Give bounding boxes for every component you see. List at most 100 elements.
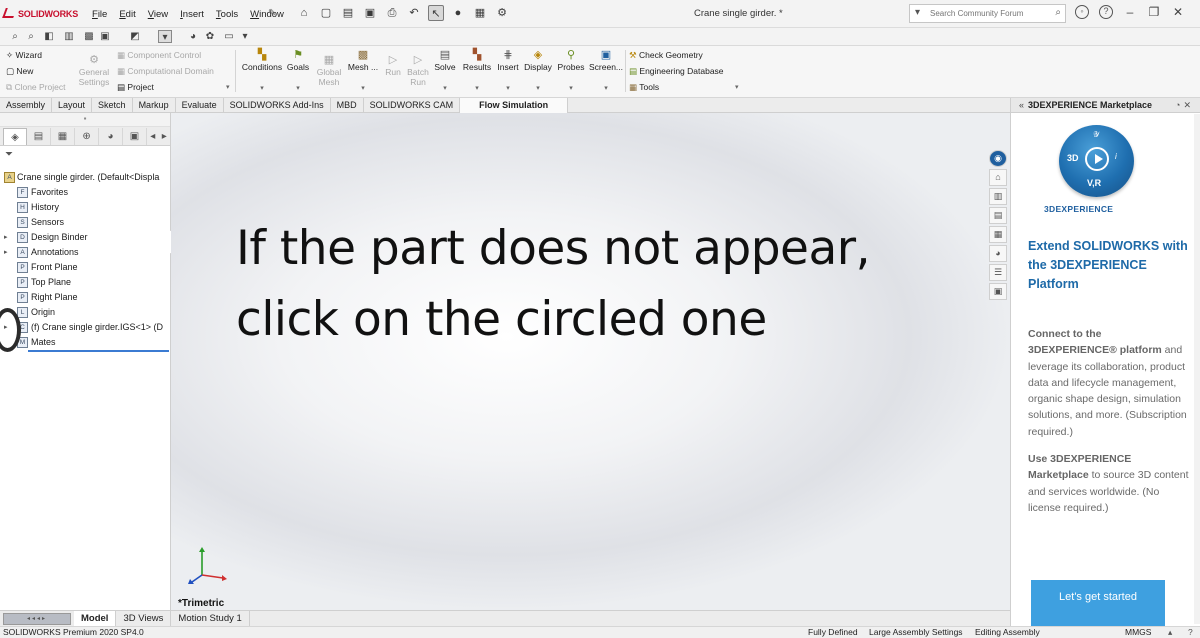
expand-arrow-icon[interactable]: ▸ — [4, 245, 8, 260]
tab-markup[interactable]: Markup — [133, 98, 176, 113]
close-icon[interactable]: ✕ — [1171, 5, 1185, 19]
tab-mbd[interactable]: MBD — [331, 98, 364, 113]
tab-model[interactable]: Model — [74, 611, 117, 626]
solve-button[interactable]: ▤ Solve ▾ — [433, 49, 457, 92]
results-dropdown-icon[interactable]: ▾ — [462, 84, 492, 92]
edit-appearance-icon[interactable]: ◕ — [186, 30, 200, 43]
dimxpert-tab-icon[interactable]: ⊕ — [75, 127, 100, 145]
task-pane-scrollbar[interactable] — [1194, 114, 1200, 624]
global-mesh-button[interactable]: ▦ Global Mesh — [314, 54, 344, 87]
graphics-area[interactable]: ▯ ▯ – ❐ ✕ If the part does not appear, c… — [171, 113, 1010, 610]
pane-options-icon[interactable]: ◔✕ — [1175, 98, 1194, 112]
new-button[interactable]: ▢ New — [6, 66, 33, 77]
tree-item[interactable]: P Front Plane — [0, 260, 170, 275]
search-scope-icon[interactable]: ▾ — [915, 7, 920, 18]
conditions-dropdown-icon[interactable]: ▾ — [240, 84, 284, 92]
results-button[interactable]: ▚ Results ▾ — [462, 49, 492, 92]
help-status-icon[interactable]: ? — [1188, 627, 1193, 638]
open-folder-icon[interactable]: ▤ — [340, 5, 356, 21]
clone-project-button[interactable]: ⧉ Clone Project — [6, 82, 65, 93]
home-icon[interactable]: ⌂ — [296, 5, 312, 21]
screen-button[interactable]: ▣ Screen... ▾ — [589, 49, 623, 92]
search-icon[interactable]: ⌕ — [1055, 7, 1061, 18]
tree-item[interactable]: P Top Plane — [0, 275, 170, 290]
help-icon[interactable]: ? — [1099, 5, 1113, 19]
units-dropdown-icon[interactable]: ▴ — [1168, 627, 1172, 638]
app-logo[interactable]: SOLIDWORKS — [2, 8, 78, 19]
expand-arrow-icon[interactable]: ▸ — [4, 230, 8, 245]
tree-item[interactable]: S Sensors — [0, 215, 170, 230]
mesh-button[interactable]: ▩ Mesh ... ▾ — [347, 49, 379, 92]
view-palette-icon[interactable]: ▦ — [989, 226, 1007, 243]
project-button[interactable]: ▤ Project — [117, 82, 154, 93]
design-library-icon[interactable]: ▥ — [989, 188, 1007, 205]
print-icon[interactable]: ⎙ — [384, 5, 400, 21]
unit-system[interactable]: MMGS — [1125, 627, 1151, 638]
tab-sketch[interactable]: Sketch — [92, 98, 133, 113]
display-button[interactable]: ◈ Display ▾ — [523, 49, 553, 92]
minimize-icon[interactable]: – — [1123, 5, 1137, 19]
zoom-area-icon[interactable]: ⌕ — [24, 30, 38, 43]
restore-icon[interactable]: ❐ — [1147, 5, 1161, 19]
tab-assembly[interactable]: Assembly — [0, 98, 53, 113]
user-icon[interactable]: ◦ — [1075, 5, 1089, 19]
tab-3d-views[interactable]: 3D Views — [116, 611, 172, 626]
general-settings-button[interactable]: ⚙ General Settings — [76, 54, 112, 87]
tree-item[interactable]: L Origin — [0, 305, 170, 320]
previous-view-icon[interactable]: ◧ — [42, 30, 56, 43]
flow-analysis-tree-tab-icon[interactable]: ▣ — [123, 127, 148, 145]
wizard-button[interactable]: ✧ Wizard — [6, 50, 42, 61]
menu-edit[interactable]: Edit — [119, 9, 135, 20]
display-manager-tab-icon[interactable]: ◕ — [99, 127, 124, 145]
tab-navigation-arrows[interactable]: ◂◂◂▸ — [3, 612, 71, 625]
3dexperience-compass-icon[interactable]: 𝒴 3D i V,R — [1059, 125, 1134, 197]
toolbar-more-icon[interactable]: ▾ — [238, 30, 252, 43]
solidworks-resources-icon[interactable]: ⌂ — [989, 169, 1007, 186]
component-control-button[interactable]: ▦ Component Control — [117, 50, 201, 61]
project-dropdown-icon[interactable]: ▾ — [226, 83, 230, 91]
tree-item[interactable]: P Right Plane — [0, 290, 170, 305]
rollback-bar[interactable] — [28, 350, 169, 352]
3dexperience-icon[interactable]: ◉ — [989, 150, 1007, 167]
conditions-button[interactable]: ▚ Conditions ▾ — [240, 49, 284, 92]
check-geometry-button[interactable]: ⚒ Check Geometry — [629, 50, 703, 61]
tools-button[interactable]: ▦ Tools — [629, 82, 659, 93]
engineering-database-button[interactable]: ▤ Engineering Database — [629, 66, 724, 77]
lets-get-started-button[interactable]: Let's get started — [1031, 580, 1165, 626]
tab-motion-study-1[interactable]: Motion Study 1 — [171, 611, 250, 626]
batch-run-button[interactable]: ▷ Batch Run — [404, 54, 432, 87]
display-dropdown-icon[interactable]: ▾ — [523, 84, 553, 92]
tab-scroll-left-icon[interactable]: ◂ — [147, 128, 159, 145]
new-document-icon[interactable]: ▢ — [318, 5, 334, 21]
tab-solidworks-add-ins[interactable]: SOLIDWORKS Add-Ins — [224, 98, 331, 113]
section-view-icon[interactable]: ▥ — [62, 30, 76, 43]
tab-solidworks-cam[interactable]: SOLIDWORKS CAM — [364, 98, 461, 113]
solidworks-forum-icon[interactable]: ▣ — [989, 283, 1007, 300]
options-gear-icon[interactable]: ⚙ — [494, 5, 510, 21]
menu-tools[interactable]: Tools — [216, 9, 238, 20]
rebuild-icon[interactable]: ● — [450, 5, 466, 21]
solve-dropdown-icon[interactable]: ▾ — [433, 84, 457, 92]
run-button[interactable]: ▷ Run — [384, 54, 402, 77]
insert-dropdown-icon[interactable]: ▾ — [494, 84, 522, 92]
zoom-fit-icon[interactable]: ⌕ — [8, 30, 22, 43]
pin-menu-icon[interactable]: ✎ — [268, 8, 276, 19]
tab-layout[interactable]: Layout — [52, 98, 93, 113]
large-assembly-settings[interactable]: Large Assembly Settings — [869, 627, 963, 638]
apply-scene-icon[interactable]: ✿ — [203, 30, 217, 43]
tab-evaluate[interactable]: Evaluate — [176, 98, 224, 113]
view-settings-icon[interactable]: ▭ — [222, 30, 236, 43]
search-input[interactable] — [930, 5, 1050, 22]
file-properties-icon[interactable]: ▦ — [472, 5, 488, 21]
select-cursor-icon[interactable]: ↖ — [428, 5, 444, 21]
insert-button[interactable]: ⋕ Insert ▾ — [494, 49, 522, 92]
menu-view[interactable]: View — [148, 9, 168, 20]
tree-item[interactable]: ▸ C (f) Crane single girder.IGS<1> (D — [0, 320, 170, 335]
hide-show-items-icon[interactable]: ▾ — [158, 30, 172, 43]
goals-dropdown-icon[interactable]: ▾ — [286, 84, 310, 92]
tree-filter-icon[interactable]: ⏷ — [0, 146, 170, 163]
screen-dropdown-icon[interactable]: ▾ — [589, 84, 623, 92]
file-explorer-icon[interactable]: ▤ — [989, 207, 1007, 224]
mesh-dropdown-icon[interactable]: ▾ — [347, 84, 379, 92]
panel-collapse-handle[interactable]: ▪ — [0, 113, 170, 127]
